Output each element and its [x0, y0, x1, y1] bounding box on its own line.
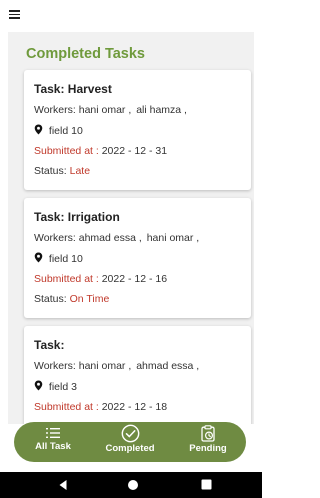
task-workers: Workers: hani omar , ali hamza , [34, 104, 241, 117]
task-card[interactable]: Task: Harvest Workers: hani omar , ali h… [24, 70, 251, 190]
nav-label: Pending [189, 443, 227, 454]
worker-name: ahmad essa , [78, 232, 142, 244]
task-title: Task: Irrigation [34, 210, 120, 224]
page-title: Completed Tasks [26, 46, 145, 62]
check-circle-icon [121, 424, 139, 443]
worker-name: ahmad essa , [136, 360, 200, 372]
location-pin-icon [34, 380, 43, 391]
field-name: field 3 [48, 381, 77, 393]
workers-label: Workers: [34, 232, 76, 244]
task-status: Status: Late [34, 165, 241, 178]
system-navigation-bar [0, 472, 262, 498]
worker-name: hani omar , [78, 360, 132, 372]
nav-all-task[interactable]: All Task [20, 422, 86, 462]
nav-label: Completed [105, 443, 155, 454]
worker-name: hani omar , [78, 104, 132, 116]
status-value: Late [69, 165, 91, 177]
task-submitted: Submitted at : 2022 - 12 - 31 [34, 145, 241, 158]
task-workers: Workers: hani omar , ahmad essa , [34, 360, 241, 373]
field-name: field 10 [48, 253, 83, 265]
submitted-date: 2022 - 12 - 31 [101, 145, 168, 157]
field-name: field 10 [48, 125, 83, 137]
task-title: Task: [34, 338, 65, 352]
worker-name: ali hamza , [136, 104, 187, 116]
task-title: Task: Harvest [34, 82, 112, 96]
app-screen: Completed Tasks Task: Harvest Workers: h… [0, 0, 262, 498]
task-field: field 3 [34, 380, 241, 394]
nav-pending[interactable]: Pending [176, 422, 240, 462]
task-submitted: Submitted at : 2022 - 12 - 18 [34, 401, 241, 414]
task-field: field 10 [34, 252, 241, 266]
submitted-date: 2022 - 12 - 16 [101, 273, 168, 285]
submitted-label: Submitted at : [34, 273, 99, 285]
submitted-date: 2022 - 12 - 18 [101, 401, 168, 413]
clipboard-clock-icon [201, 425, 215, 442]
task-card[interactable]: Task: Workers: hani omar , ahmad essa , … [24, 326, 251, 424]
nav-completed[interactable]: Completed [96, 422, 164, 462]
hamburger-menu-icon[interactable] [8, 8, 22, 20]
submitted-label: Submitted at : [34, 145, 99, 157]
location-pin-icon [34, 124, 43, 135]
workers-label: Workers: [34, 360, 76, 372]
status-label: Status: [34, 165, 67, 177]
list-icon [46, 428, 60, 438]
task-workers: Workers: ahmad essa , hani omar , [34, 232, 241, 245]
task-submitted: Submitted at : 2022 - 12 - 16 [34, 273, 241, 286]
task-card[interactable]: Task: Irrigation Workers: ahmad essa , h… [24, 198, 251, 318]
bottom-navigation: All Task Completed Pending [14, 422, 246, 462]
task-field: field 10 [34, 124, 241, 138]
top-bar [0, 0, 262, 32]
location-pin-icon [34, 252, 43, 263]
completed-tasks-panel: Completed Tasks Task: Harvest Workers: h… [8, 32, 254, 424]
task-status: Status: On Time [34, 293, 241, 306]
home-icon[interactable] [127, 479, 139, 491]
status-value: On Time [69, 293, 110, 305]
recents-icon[interactable] [201, 479, 212, 490]
workers-label: Workers: [34, 104, 76, 116]
submitted-label: Submitted at : [34, 401, 99, 413]
nav-label: All Task [35, 441, 71, 452]
back-icon[interactable] [58, 479, 68, 491]
worker-name: hani omar , [146, 232, 200, 244]
status-label: Status: [34, 293, 67, 305]
